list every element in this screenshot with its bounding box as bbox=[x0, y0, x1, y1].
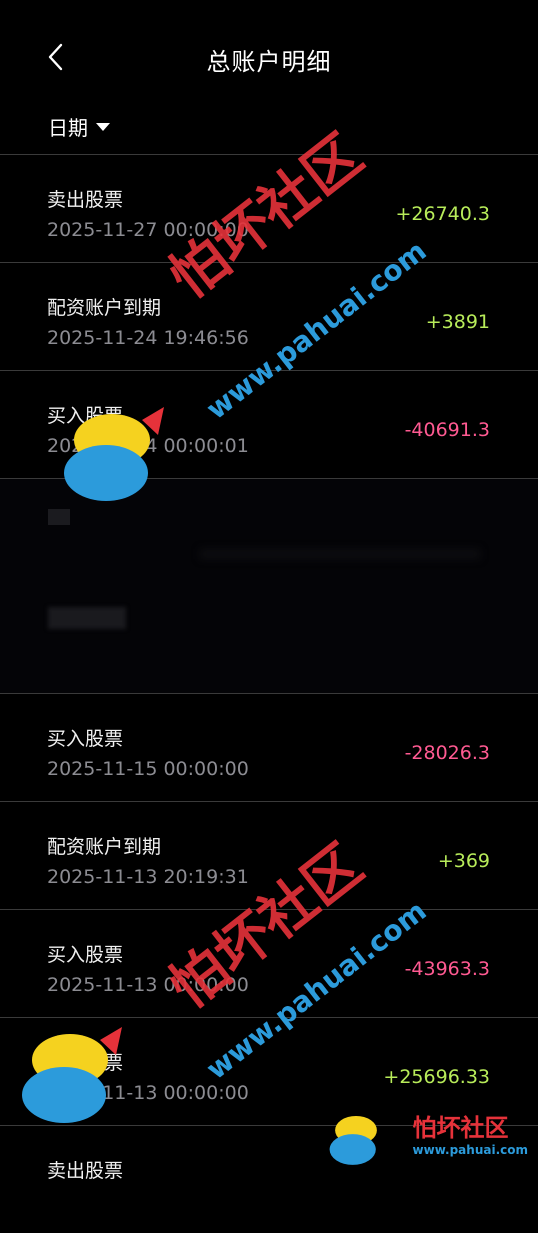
header: 总账户明细 bbox=[0, 0, 538, 120]
transaction-amount: -28026.3 bbox=[404, 742, 490, 764]
transaction-time: 2025-11-13 00:00:00 bbox=[47, 1082, 249, 1104]
redacted-list-item bbox=[0, 478, 538, 693]
page-title: 总账户明细 bbox=[206, 48, 332, 76]
list-item[interactable]: 配资账户到期 2025-11-24 19:46:56 +3891 bbox=[0, 262, 538, 370]
transaction-amount: +3891 bbox=[425, 311, 490, 333]
transaction-label: 卖出股票 bbox=[47, 1160, 124, 1182]
watermark-badge: 怕坏社区 www.pahuai.com bbox=[367, 1108, 528, 1157]
transaction-label: 买入股票 bbox=[47, 405, 124, 427]
caret-down-icon bbox=[96, 122, 110, 131]
transaction-time: 2025-11-13 20:19:31 bbox=[47, 866, 249, 888]
transaction-label: 买入股票 bbox=[47, 944, 124, 966]
list-item[interactable]: 买入股票 2025-11-13 00:00:00 -43963.3 bbox=[0, 909, 538, 1017]
transaction-amount: -40691.3 bbox=[404, 419, 490, 441]
transaction-label: 配资账户到期 bbox=[47, 836, 162, 858]
watermark-url-small: www.pahuai.com bbox=[412, 1143, 528, 1157]
date-filter-label: 日期 bbox=[48, 116, 88, 140]
list-item[interactable]: 卖出股票 2025-11-27 00:00:00 +26740.3 bbox=[0, 154, 538, 262]
transaction-time: 2025-11-24 00:00:01 bbox=[47, 435, 249, 457]
transaction-amount: -43963.3 bbox=[404, 958, 490, 980]
list-item[interactable]: 买入股票 2025-11-24 00:00:01 -40691.3 bbox=[0, 370, 538, 478]
list-item[interactable]: 配资账户到期 2025-11-13 20:19:31 +369 bbox=[0, 801, 538, 909]
transaction-label: 买入股票 bbox=[47, 728, 124, 750]
transaction-amount: +25696.33 bbox=[383, 1066, 490, 1088]
transaction-time: 2025-11-24 19:46:56 bbox=[47, 327, 249, 349]
transaction-time: 2025-11-15 00:00:00 bbox=[47, 758, 249, 780]
list-item[interactable]: 买入股票 2025-11-15 00:00:00 -28026.3 bbox=[0, 693, 538, 801]
transaction-label: 卖出股票 bbox=[47, 189, 124, 211]
redacted-block bbox=[200, 549, 480, 559]
redacted-block bbox=[48, 607, 126, 629]
transaction-amount: +26740.3 bbox=[395, 203, 491, 225]
transaction-time: 2025-11-13 00:00:00 bbox=[47, 974, 249, 996]
transaction-label: 配资账户到期 bbox=[47, 297, 162, 319]
watermark-brand: 怕坏社区 bbox=[412, 1114, 509, 1142]
date-filter-dropdown[interactable]: 日期 bbox=[48, 112, 110, 141]
transaction-time: 2025-11-27 00:00:00 bbox=[47, 219, 249, 241]
transaction-list: 卖出股票 2025-11-27 00:00:00 +26740.3 配资账户到期… bbox=[0, 154, 538, 1233]
transaction-amount: +369 bbox=[437, 850, 490, 872]
transaction-label: 卖出股票 bbox=[47, 1052, 124, 1074]
redacted-block bbox=[48, 509, 70, 525]
